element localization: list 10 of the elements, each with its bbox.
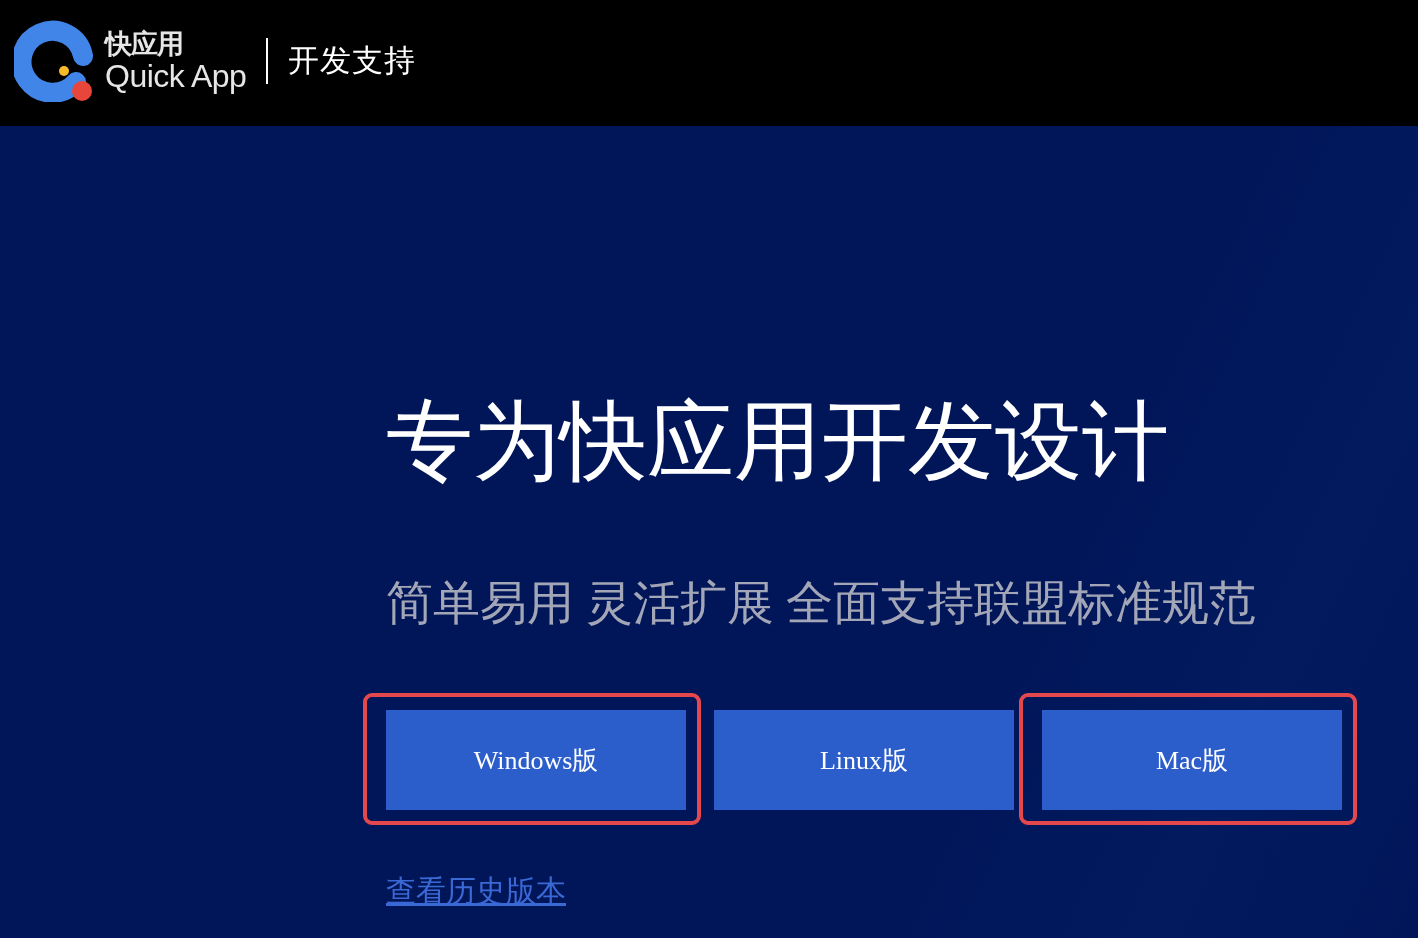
download-button[interactable]: Linux版 bbox=[714, 710, 1014, 810]
hero-title: 专为快应用开发设计 bbox=[386, 398, 1169, 485]
download-button[interactable]: Mac版 bbox=[1042, 710, 1342, 810]
section-title: 开发支持 bbox=[288, 43, 417, 79]
history-versions-link[interactable]: 查看历史版本 bbox=[386, 874, 566, 907]
logo-text: 快应用 bbox=[105, 29, 184, 59]
download-button[interactable]: Windows版 bbox=[386, 710, 686, 810]
logo-subtitle: Quick App bbox=[105, 59, 247, 93]
hero-subtitle: 简单易用 灵活扩展 全面支持联盟标准规范 bbox=[386, 578, 1256, 628]
logo-icon bbox=[14, 20, 94, 102]
